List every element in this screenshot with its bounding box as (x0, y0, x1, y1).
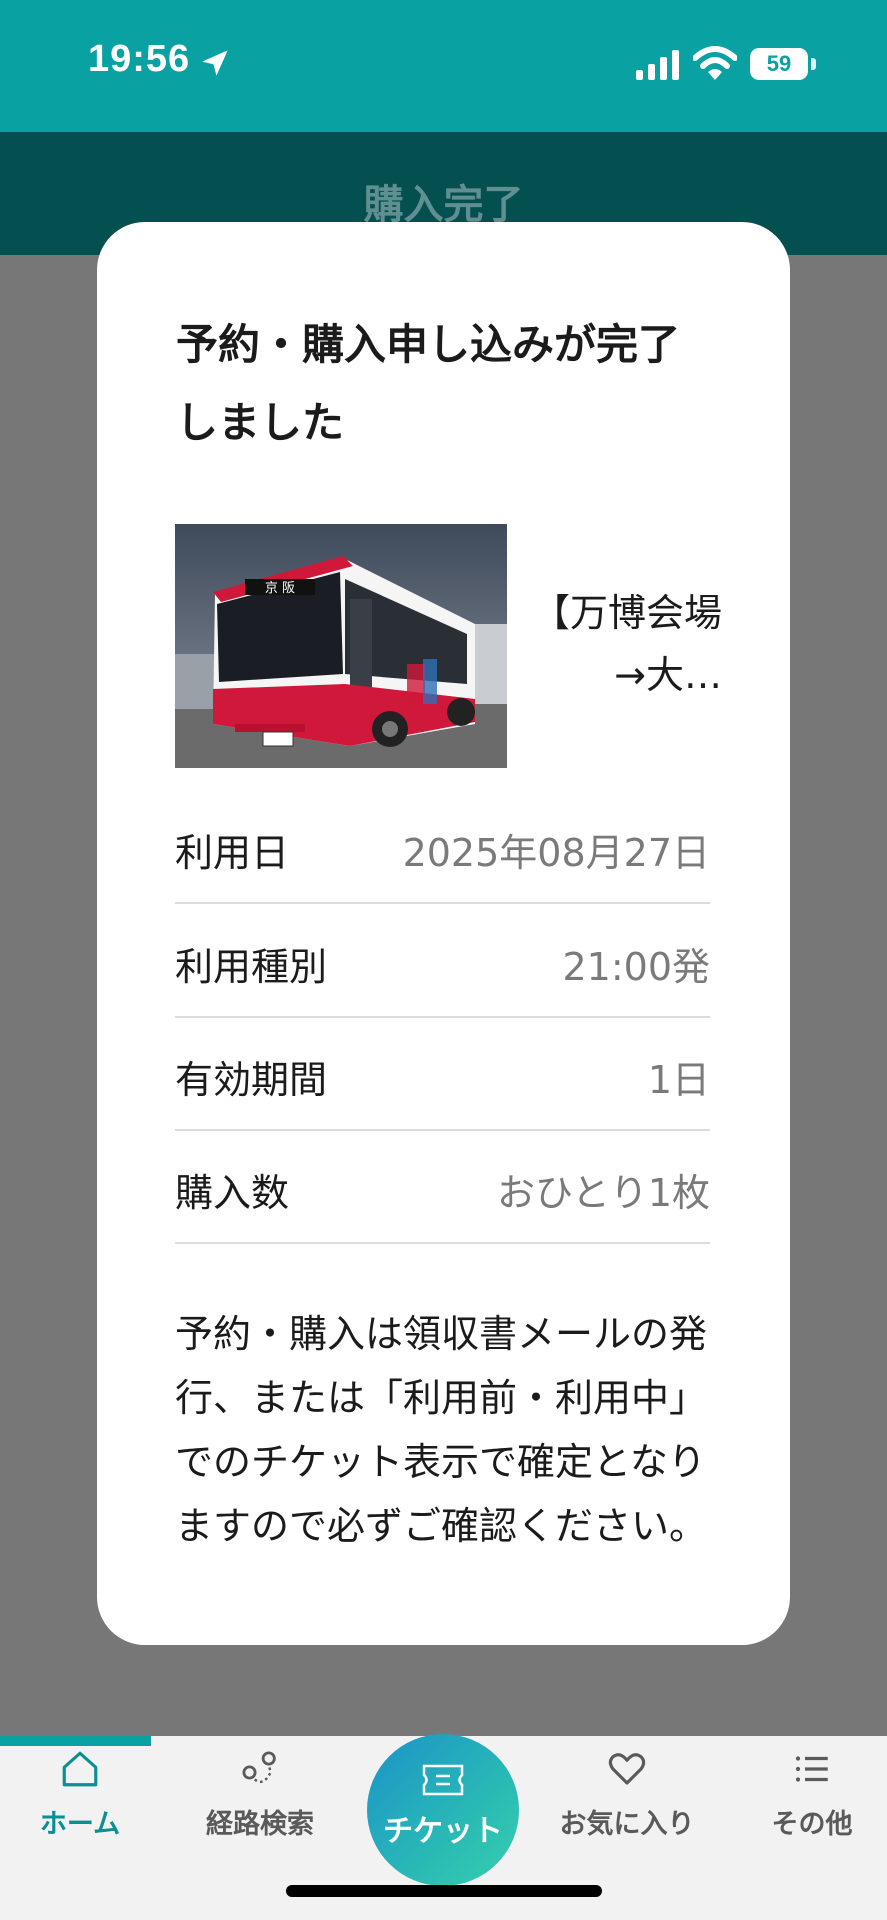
tab-active-indicator (0, 1736, 151, 1746)
tab-favorites[interactable]: お気に入り (547, 1748, 707, 1868)
bus-photo: 京 阪 (175, 524, 507, 768)
detail-label: 利用日 (175, 831, 290, 875)
battery-cap (811, 58, 816, 70)
ticket-icon (422, 1764, 464, 1796)
location-arrow-icon (202, 50, 228, 76)
detail-row-validity: 有効期間 1日 (175, 1017, 710, 1131)
home-icon (62, 1751, 98, 1787)
status-bar: 19:56 59 (0, 0, 887, 132)
detail-label: 利用種別 (175, 945, 328, 989)
detail-row-quantity: 購入数 おひとり1枚 (175, 1130, 710, 1244)
tab-ticket-button[interactable]: チケット (367, 1734, 519, 1886)
status-time: 19:56 (88, 38, 191, 80)
detail-label: 購入数 (175, 1171, 290, 1215)
tab-favorites-label: お気に入り (559, 1809, 695, 1840)
battery-level: 59 (750, 48, 808, 80)
detail-value: 2025年08月27日 (402, 831, 710, 875)
detail-label: 有効期間 (175, 1058, 328, 1102)
tab-other-label: その他 (771, 1809, 853, 1840)
tab-home[interactable]: ホーム (0, 1748, 160, 1868)
detail-row-usage-type: 利用種別 21:00発 (175, 904, 710, 1018)
list-menu-icon (795, 1756, 828, 1782)
route-search-icon (242, 1751, 276, 1784)
bus-destination-sign: 京 阪 (265, 581, 295, 596)
wifi-icon (693, 46, 737, 80)
detail-value: 21:00発 (562, 945, 710, 989)
detail-row-usage-date: 利用日 2025年08月27日 (175, 790, 710, 904)
detail-value: 1日 (647, 1058, 710, 1102)
detail-value: おひとり1枚 (496, 1171, 710, 1215)
tab-other[interactable]: その他 (732, 1748, 887, 1868)
home-indicator[interactable] (286, 1885, 602, 1897)
bus-photo-graphic: 京 阪 (175, 524, 507, 768)
product-name: 【万博会場→大… (531, 591, 722, 697)
tab-route-search[interactable]: 経路検索 (180, 1748, 340, 1868)
purchase-complete-dialog: 予約・購入申し込みが完了しました 京 阪 【万博会場→大… 利用日 2025年0… (97, 222, 790, 1645)
tab-ticket-label: チケット (383, 1814, 503, 1849)
dialog-title: 予約・購入申し込みが完了しました (176, 320, 681, 447)
tab-route-search-label: 経路検索 (206, 1809, 314, 1840)
confirmation-note: 予約・購入は領収書メールの発行、または「利用前・利用中」でのチケット表示で確定と… (175, 1312, 708, 1548)
tab-home-label: ホーム (39, 1809, 121, 1840)
heart-icon (608, 1753, 646, 1785)
signal-icon (636, 50, 679, 80)
